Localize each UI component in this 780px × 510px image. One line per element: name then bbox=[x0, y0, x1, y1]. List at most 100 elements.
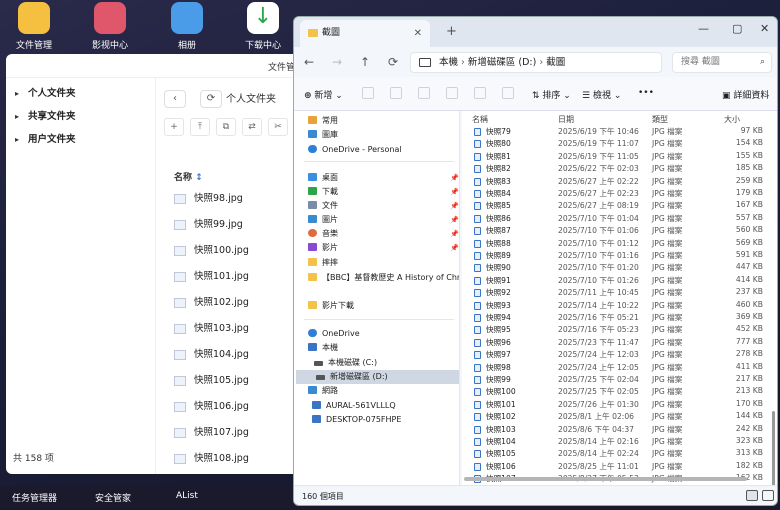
view-button[interactable]: ☰ 檢視 ⌄ bbox=[582, 88, 621, 101]
file-row[interactable]: 快照100.jpg bbox=[174, 242, 249, 268]
file-row[interactable]: 快照105.jpg bbox=[174, 372, 249, 398]
desktop-icon-file-manager[interactable]: 文件管理 bbox=[4, 2, 64, 51]
nav-item-host[interactable]: AURAL-561VLLLQ bbox=[312, 399, 396, 413]
file-row[interactable]: 快照86 2025/7/10 下午 01:04 JPG 檔案 557 KB bbox=[470, 213, 763, 225]
share-icon[interactable] bbox=[474, 87, 486, 99]
file-row[interactable]: 快照84 2025/6/27 上午 02:23 JPG 檔案 179 KB bbox=[470, 188, 763, 200]
file-row[interactable]: 快照98 2025/7/24 上午 12:05 JPG 檔案 411 KB bbox=[470, 362, 763, 374]
file-row[interactable]: 快照102.jpg bbox=[174, 294, 249, 320]
sidebar-item-users[interactable]: 用户文件夹 bbox=[6, 128, 155, 151]
horizontal-scrollbar[interactable] bbox=[464, 477, 747, 481]
sidebar-item-shared[interactable]: 共享文件夹 bbox=[6, 105, 155, 128]
nav-item-pictures[interactable]: 圖片 bbox=[308, 213, 338, 227]
tiles-view-icon[interactable] bbox=[762, 490, 774, 501]
file-row[interactable]: 快照98.jpg bbox=[174, 190, 243, 216]
copy-icon[interactable] bbox=[390, 87, 402, 99]
nav-item-onedrive-personal[interactable]: OneDrive - Personal bbox=[308, 143, 402, 157]
file-row[interactable]: 快照88 2025/7/10 下午 01:12 JPG 檔案 569 KB bbox=[470, 238, 763, 250]
back-arrow-icon[interactable]: ← bbox=[304, 55, 314, 69]
file-row[interactable]: 快照87 2025/7/10 下午 01:06 JPG 檔案 560 KB bbox=[470, 225, 763, 237]
file-row[interactable]: 快照82 2025/6/22 下午 02:03 JPG 檔案 185 KB bbox=[470, 163, 763, 175]
nav-item-drive-d[interactable]: 新增磁碟區 (D:) bbox=[296, 370, 459, 384]
file-row[interactable]: 快照94 2025/7/16 下午 05:21 JPG 檔案 369 KB bbox=[470, 312, 763, 324]
desktop-icon-video-center[interactable]: 影视中心 bbox=[80, 2, 140, 51]
nav-item-folder[interactable]: 摔摔 bbox=[308, 256, 338, 270]
nav-item-music[interactable]: 音樂 bbox=[308, 227, 338, 241]
file-row[interactable]: 快照95 2025/7/16 下午 05:23 JPG 檔案 452 KB bbox=[470, 324, 763, 336]
file-row[interactable]: 快照97 2025/7/24 上午 12:03 JPG 檔案 278 KB bbox=[470, 349, 763, 361]
file-row[interactable]: 快照100 2025/7/25 下午 02:05 JPG 檔案 213 KB bbox=[470, 386, 763, 398]
file-row[interactable]: 快照101 2025/7/26 上午 01:30 JPG 檔案 170 KB bbox=[470, 399, 763, 411]
file-row[interactable]: 快照81 2025/6/19 下午 11:05 JPG 檔案 155 KB bbox=[470, 151, 763, 163]
delete-icon[interactable] bbox=[502, 87, 514, 99]
taskbar-item-alist[interactable]: AList bbox=[176, 491, 198, 501]
nav-item-host[interactable]: DESKTOP-075FHPE bbox=[312, 413, 401, 427]
maximize-button[interactable]: ▢ bbox=[732, 22, 742, 35]
nav-item-videos[interactable]: 影片 bbox=[308, 241, 338, 255]
more-options-icon[interactable]: ••• bbox=[638, 88, 654, 98]
file-row[interactable]: 快照107.jpg bbox=[174, 424, 249, 450]
column-header-name[interactable]: 名称 ↕ bbox=[174, 170, 203, 183]
copy-button[interactable]: ⧉ bbox=[216, 118, 236, 136]
nav-item-documents[interactable]: 文件 bbox=[308, 199, 338, 213]
file-row[interactable]: 快照90 2025/7/10 下午 01:20 JPG 檔案 447 KB bbox=[470, 262, 763, 274]
file-row[interactable]: 快照89 2025/7/10 下午 01:16 JPG 檔案 591 KB bbox=[470, 250, 763, 262]
back-button[interactable]: ‹ bbox=[164, 90, 186, 108]
cut-icon[interactable] bbox=[362, 87, 374, 99]
file-row[interactable]: 快照85 2025/6/27 上午 08:19 JPG 檔案 167 KB bbox=[470, 200, 763, 212]
nav-item-drive-c[interactable]: 本機磁碟 (C:) bbox=[314, 356, 377, 370]
file-row[interactable]: 快照99.jpg bbox=[174, 216, 243, 242]
minimize-button[interactable]: — bbox=[698, 22, 709, 35]
vertical-scrollbar[interactable] bbox=[772, 411, 775, 485]
file-row[interactable]: 快照104 2025/8/14 上午 02:16 JPG 檔案 323 KB bbox=[470, 436, 763, 448]
search-box[interactable]: 搜尋 截圖 ⌕ bbox=[672, 52, 772, 73]
file-row[interactable]: 快照93 2025/7/14 上午 10:22 JPG 檔案 460 KB bbox=[470, 300, 763, 312]
new-button[interactable]: ⊕ 新增 ⌄ bbox=[304, 88, 343, 101]
refresh-button[interactable]: ⟳ bbox=[200, 90, 222, 108]
nav-item-onedrive[interactable]: OneDrive bbox=[308, 327, 360, 341]
close-tab-icon[interactable]: ✕ bbox=[414, 20, 422, 47]
breadcrumb-drive[interactable]: 新增磁碟區 (D:) bbox=[468, 57, 536, 68]
column-header-type[interactable]: 類型 bbox=[652, 114, 668, 125]
column-header-date[interactable]: 日期 bbox=[558, 114, 574, 125]
file-row[interactable]: 快照103 2025/8/6 下午 04:37 JPG 檔案 242 KB bbox=[470, 424, 763, 436]
details-pane-button[interactable]: ▣ 詳細資料 bbox=[722, 88, 769, 101]
file-row[interactable]: 快照92 2025/7/11 上午 10:45 JPG 檔案 237 KB bbox=[470, 287, 763, 299]
column-header-name[interactable]: 名稱 bbox=[472, 114, 488, 125]
breadcrumb-this-pc[interactable]: 本機 bbox=[439, 57, 458, 68]
refresh-icon[interactable]: ⟳ bbox=[388, 55, 398, 69]
up-arrow-icon[interactable]: ↑ bbox=[360, 55, 370, 69]
nav-item-network[interactable]: 網路 bbox=[308, 384, 338, 398]
taskbar-item-task-manager[interactable]: 任务管理器 bbox=[12, 491, 57, 504]
new-tab-button[interactable]: + bbox=[446, 24, 457, 39]
close-window-button[interactable]: ✕ bbox=[760, 22, 769, 35]
file-row[interactable]: 快照102 2025/8/1 上午 02:06 JPG 檔案 144 KB bbox=[470, 411, 763, 423]
move-button[interactable]: ⇄ bbox=[242, 118, 262, 136]
tab-screenshots[interactable]: 截圖 ✕ bbox=[300, 20, 430, 47]
nav-item-gallery[interactable]: 圖庫 bbox=[308, 128, 338, 142]
file-row[interactable]: 快照91 2025/7/10 下午 01:26 JPG 檔案 414 KB bbox=[470, 275, 763, 287]
file-row[interactable]: 快照83 2025/6/27 上午 02:22 JPG 檔案 259 KB bbox=[470, 176, 763, 188]
details-view-icon[interactable] bbox=[746, 490, 758, 501]
cut-button[interactable]: ✂ bbox=[268, 118, 288, 136]
file-row[interactable]: 快照79 2025/6/19 下午 10:46 JPG 檔案 97 KB bbox=[470, 126, 763, 138]
address-bar[interactable]: 本機 › 新增磁碟區 (D:) › 截圖 bbox=[410, 52, 662, 73]
nav-item-downloads[interactable]: 下載 bbox=[308, 185, 338, 199]
forward-arrow-icon[interactable]: → bbox=[332, 55, 342, 69]
sidebar-item-personal[interactable]: 个人文件夹 bbox=[6, 82, 155, 105]
file-row[interactable]: 快照108.jpg bbox=[174, 450, 249, 476]
column-header-size[interactable]: 大小 bbox=[724, 114, 740, 125]
file-row[interactable]: 快照101.jpg bbox=[174, 268, 249, 294]
breadcrumb[interactable]: 个人文件夹 bbox=[226, 90, 276, 105]
add-button[interactable]: + bbox=[164, 118, 184, 136]
file-row[interactable]: 快照105 2025/8/14 上午 02:24 JPG 檔案 313 KB bbox=[470, 448, 763, 460]
file-row[interactable]: 快照103.jpg bbox=[174, 320, 249, 346]
file-row[interactable]: 快照106 2025/8/25 上午 11:01 JPG 檔案 182 KB bbox=[470, 461, 763, 473]
file-row[interactable]: 快照104.jpg bbox=[174, 346, 249, 372]
upload-button[interactable]: ⤒ bbox=[190, 118, 210, 136]
taskbar-item-security[interactable]: 安全管家 bbox=[95, 491, 131, 504]
nav-item-folder[interactable]: 影片下載 bbox=[308, 299, 354, 313]
nav-item-home[interactable]: 常用 bbox=[308, 114, 338, 128]
nav-item-folder[interactable]: 【BBC】基督教歷史 A History of Christianity bbox=[308, 271, 459, 285]
paste-icon[interactable] bbox=[418, 87, 430, 99]
